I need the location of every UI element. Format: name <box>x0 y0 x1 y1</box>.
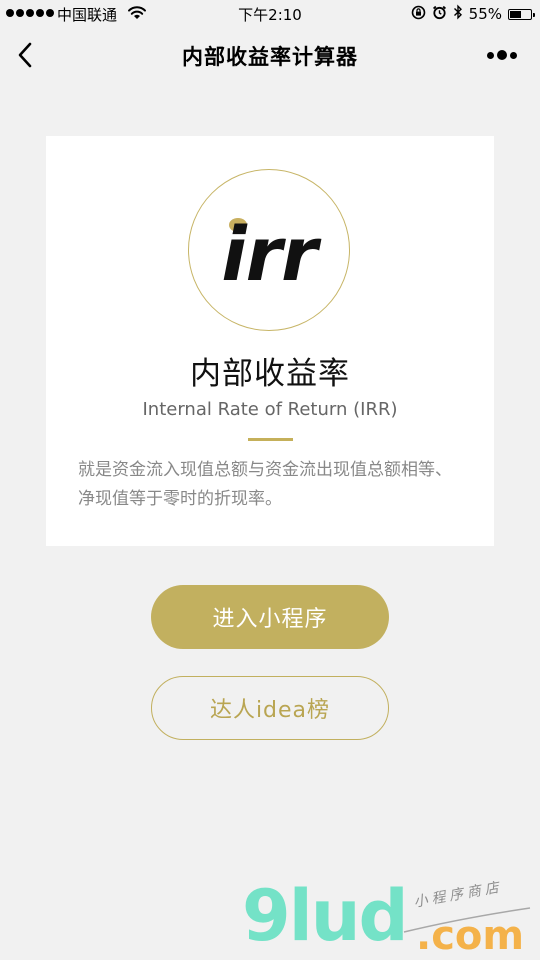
more-dots-icon-center <box>497 50 507 60</box>
gold-divider <box>248 438 293 441</box>
card-subtitle: Internal Rate of Return (IRR) <box>142 399 398 420</box>
irr-logo-text: irr <box>221 212 322 298</box>
status-right-group: 55% <box>411 4 535 24</box>
card-description: 就是资金流入现值总额与资金流出现值总额相等、净现值等于零时的折现率。 <box>78 460 452 509</box>
alarm-icon <box>432 5 447 24</box>
watermark-domain: .com <box>416 913 525 959</box>
irr-logo: irr <box>188 169 350 331</box>
watermark-main-text: 9lud <box>242 875 409 957</box>
battery-level-fill <box>510 10 521 18</box>
intro-card: irr 内部收益率 Internal Rate of Return (IRR) … <box>46 136 494 546</box>
more-dots-icon <box>487 51 494 59</box>
card-title: 内部收益率 <box>190 356 350 392</box>
orientation-lock-icon <box>411 5 426 24</box>
irr-logo-icon: irr <box>221 212 323 298</box>
page-title: 内部收益率计算器 <box>182 45 358 69</box>
status-bar: 中国联通 下午2:10 55% <box>0 0 540 28</box>
battery-percent: 55% <box>468 5 502 23</box>
idea-ranking-button[interactable]: 达人idea榜 <box>151 676 389 740</box>
more-options-button[interactable] <box>482 43 522 67</box>
enter-miniprogram-button[interactable]: 进入小程序 <box>151 585 389 649</box>
battery-icon <box>508 8 535 20</box>
bluetooth-icon <box>453 4 463 24</box>
navigation-bar: 内部收益率计算器 <box>0 28 540 82</box>
watermark: 9lud 小程序商店 .com <box>236 875 536 959</box>
more-dots-icon-right <box>510 51 517 59</box>
